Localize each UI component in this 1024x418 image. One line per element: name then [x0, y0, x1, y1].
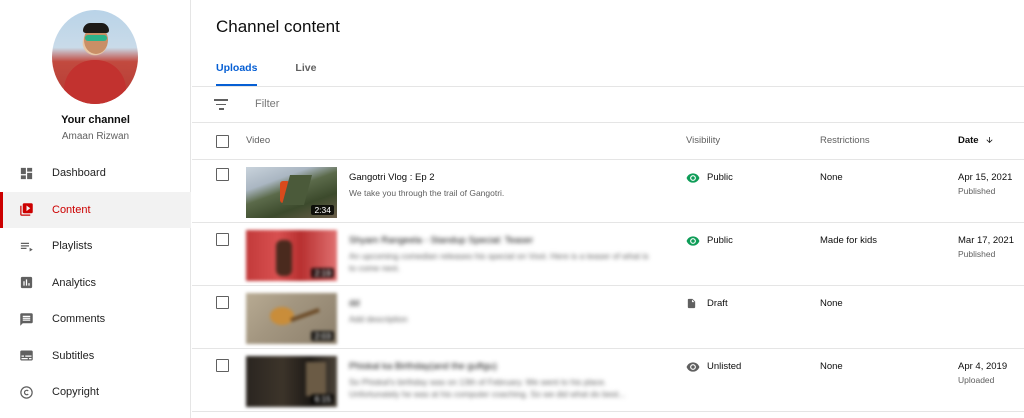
dashboard-icon [18, 165, 34, 181]
video-thumbnail[interactable]: 6:15 [246, 356, 337, 407]
playlists-icon [18, 238, 34, 254]
sidebar-item-label: Content [52, 203, 91, 216]
date-cell: Apr 4, 2019 [958, 361, 1008, 372]
visibility-label: Public [707, 235, 733, 246]
table-row[interactable]: 2:19 Shyam Rangeela - Standup Special: T… [192, 223, 1024, 286]
eye-icon [686, 172, 700, 183]
channel-name: Amaan Rizwan [61, 131, 130, 142]
row-checkbox[interactable] [216, 233, 229, 246]
sidebar-item-label: Subtitles [52, 349, 95, 362]
video-title[interactable]: Gangotri Vlog : Ep 2 [349, 172, 435, 183]
sidebar-item-label: Playlists [52, 240, 93, 253]
visibility-label: Draft [707, 298, 728, 309]
visibility-label: Public [707, 172, 733, 183]
sidebar-item-content[interactable]: Content [0, 191, 191, 228]
visibility-cell[interactable]: Unlisted [686, 361, 741, 372]
sidebar-item-comments[interactable]: Comments [0, 301, 191, 338]
video-duration: 2:03 [311, 331, 334, 341]
restrictions-cell: None [820, 298, 843, 309]
date-status: Uploaded [958, 375, 995, 385]
column-date-label: Date [958, 135, 979, 146]
comments-icon [18, 311, 34, 327]
video-description: So Phiskal's birthday was on 13th of Feb… [349, 377, 626, 399]
visibility-cell[interactable]: Public [686, 235, 733, 246]
sidebar-item-dashboard[interactable]: Dashboard [0, 155, 191, 192]
video-duration: 2:19 [311, 268, 334, 278]
column-date[interactable]: Date [958, 135, 994, 148]
draft-file-icon [686, 298, 700, 309]
page-title: Channel content [216, 17, 340, 36]
video-description: An upcoming comedian releases his specia… [349, 251, 649, 273]
table-row[interactable]: 6:15 Phiskal ka Birthday(and the guftgu)… [192, 349, 1024, 412]
row-checkbox[interactable] [216, 168, 229, 181]
visibility-cell[interactable]: Draft [686, 298, 728, 309]
table-header: Video Visibility Restrictions Date [192, 123, 1024, 160]
restrictions-cell: Made for kids [820, 235, 878, 246]
video-duration: 6:15 [311, 394, 334, 404]
arrow-down-icon [985, 135, 994, 148]
sidebar-item-label: Dashboard [52, 167, 106, 180]
sidebar-item-subtitles[interactable]: Subtitles [0, 338, 191, 375]
date-cell: Apr 15, 2021 [958, 172, 1013, 183]
visibility-cell[interactable]: Public [686, 172, 733, 183]
sidebar-item-analytics[interactable]: Analytics [0, 265, 191, 302]
date-status: Published [958, 249, 996, 259]
sidebar-item-label: Analytics [52, 276, 97, 289]
eye-icon [686, 235, 700, 246]
restrictions-cell: None [820, 361, 843, 372]
main-content: Channel content Uploads Live Filter Vide… [192, 0, 1024, 418]
tab-uploads[interactable]: Uploads [216, 62, 258, 86]
filter-icon[interactable] [214, 99, 228, 110]
column-video: Video [246, 135, 271, 146]
channel-title: Your channel [61, 114, 130, 126]
column-restrictions: Restrictions [820, 135, 870, 146]
tab-live[interactable]: Live [295, 62, 316, 86]
filter-bar[interactable]: Filter [192, 87, 1024, 123]
sidebar-item-label: Copyright [52, 386, 100, 399]
column-visibility: Visibility [686, 135, 721, 146]
table-row[interactable]: 2:03 dd Add description Draft None [192, 286, 1024, 349]
analytics-icon [18, 275, 34, 291]
studio-app: Your channel Amaan Rizwan Dashboard Cont… [0, 0, 1024, 418]
visibility-label: Unlisted [707, 361, 742, 372]
restrictions-cell: None [820, 172, 843, 183]
row-checkbox[interactable] [216, 296, 229, 309]
video-thumbnail[interactable]: 2:03 [246, 293, 337, 344]
tabs: Uploads Live [216, 62, 354, 86]
sidebar-item-label: Comments [52, 313, 106, 326]
video-thumbnail[interactable]: 2:19 [246, 230, 337, 281]
eye-icon [686, 361, 700, 372]
filter-input[interactable]: Filter [255, 98, 279, 110]
sidebar-item-copyright[interactable]: Copyright [0, 374, 191, 411]
copyright-icon [18, 384, 34, 400]
subtitles-icon [18, 348, 34, 364]
video-duration: 2:34 [311, 205, 334, 215]
avatar[interactable] [52, 10, 138, 104]
date-cell: Mar 17, 2021 [958, 235, 1014, 246]
sidebar-item-playlists[interactable]: Playlists [0, 228, 191, 265]
content-icon [18, 202, 34, 218]
video-description: We take you through the trail of Gangotr… [349, 188, 505, 198]
date-status: Published [958, 186, 996, 196]
video-title[interactable]: dd [349, 298, 360, 309]
table-row[interactable]: 2:34 Gangotri Vlog : Ep 2 We take you th… [192, 160, 1024, 223]
video-thumbnail[interactable]: 2:34 [246, 167, 337, 218]
video-description: Add description [349, 314, 408, 324]
sidebar-nav: Dashboard Content Playlists Analytics Co… [0, 155, 191, 411]
sidebar: Your channel Amaan Rizwan Dashboard Cont… [0, 0, 191, 418]
select-all-checkbox[interactable] [216, 135, 229, 148]
row-checkbox[interactable] [216, 359, 229, 372]
video-title[interactable]: Shyam Rangeela - Standup Special: Teaser [349, 235, 533, 246]
video-title[interactable]: Phiskal ka Birthday(and the guftgu) [349, 361, 497, 372]
